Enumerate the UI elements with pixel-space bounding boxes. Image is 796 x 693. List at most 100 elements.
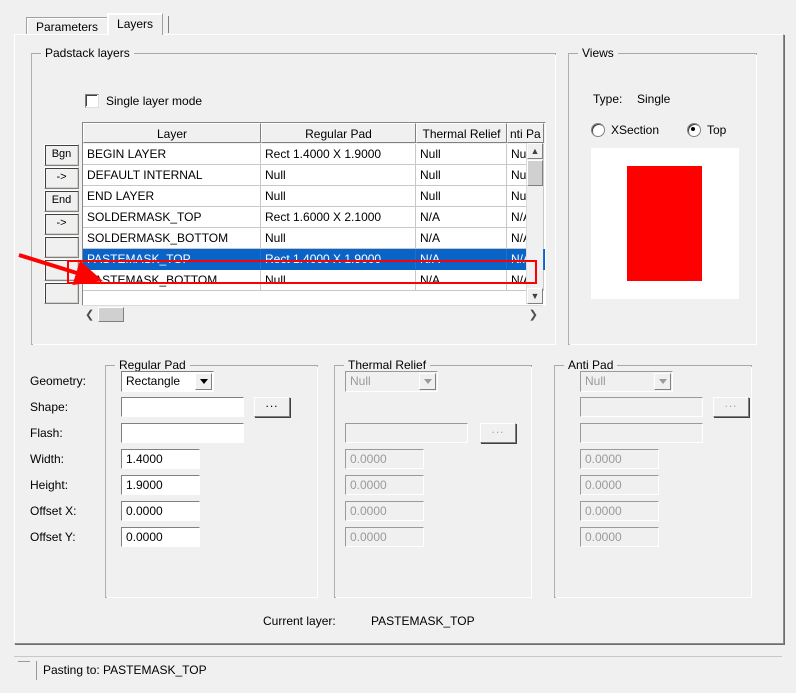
radio-top-dot[interactable] bbox=[687, 123, 701, 137]
thermal-relief-geometry-combo[interactable]: Null bbox=[345, 371, 438, 392]
column-header-anti-pad[interactable]: nti Pa bbox=[507, 123, 544, 143]
single-layer-mode-checkbox[interactable]: Single layer mode bbox=[85, 94, 202, 108]
anti-pad-shape-input[interactable] bbox=[580, 397, 703, 417]
cell-layer: SOLDERMASK_BOTTOM bbox=[83, 228, 261, 249]
annotation-highlight-box bbox=[67, 260, 537, 284]
table-row[interactable]: END LAYER Null Null Null bbox=[83, 186, 545, 207]
anti-pad-shape-browse-button[interactable]: ... bbox=[713, 396, 749, 417]
browse-ellipsis-label: ... bbox=[491, 422, 505, 436]
cell-thermal-relief: Null bbox=[416, 165, 507, 186]
cell-thermal-relief: Null bbox=[416, 186, 507, 207]
anti-pad-height-input[interactable]: 0.0000 bbox=[580, 475, 659, 495]
anti-pad-offset-y-input[interactable]: 0.0000 bbox=[580, 527, 659, 547]
table-row[interactable]: SOLDERMASK_BOTTOM Null N/A N/A bbox=[83, 228, 545, 249]
cell-regular-pad: Rect 1.4000 X 1.9000 bbox=[261, 144, 416, 165]
padstack-editor-window: Parameters Layers Padstack layers Single… bbox=[0, 0, 796, 693]
column-header-regular-pad[interactable]: Regular Pad bbox=[261, 123, 416, 143]
radio-top-label: Top bbox=[707, 123, 727, 137]
browse-ellipsis-label: ... bbox=[724, 396, 738, 410]
scroll-left-button[interactable]: ❮ bbox=[85, 308, 94, 321]
row-button-end[interactable]: End bbox=[44, 190, 79, 212]
cell-layer: DEFAULT INTERNAL bbox=[83, 165, 261, 186]
regular-pad-shape-browse-button[interactable]: ... bbox=[254, 396, 290, 417]
label-width: Width: bbox=[30, 452, 65, 466]
thermal-relief-title: Thermal Relief bbox=[344, 358, 431, 372]
status-bar: Pasting to: PASTEMASK_TOP bbox=[14, 656, 782, 683]
row-button-blank-1[interactable] bbox=[44, 236, 79, 258]
anti-pad-geometry-combo[interactable]: Null bbox=[580, 371, 673, 392]
radio-xsection[interactable]: XSection bbox=[591, 123, 659, 137]
row-button-next-1[interactable]: -> bbox=[44, 167, 79, 189]
tab-strip: Parameters Layers bbox=[26, 13, 170, 37]
cell-regular-pad: Rect 1.6000 X 2.1000 bbox=[261, 207, 416, 228]
cell-layer: END LAYER bbox=[83, 186, 261, 207]
thermal-relief-geometry-value: Null bbox=[350, 374, 371, 388]
current-layer-value: PASTEMASK_TOP bbox=[371, 614, 475, 628]
column-header-layer[interactable]: Layer bbox=[83, 123, 261, 143]
thermal-relief-height-input[interactable]: 0.0000 bbox=[345, 475, 424, 495]
cell-thermal-relief: N/A bbox=[416, 228, 507, 249]
checkbox-box[interactable] bbox=[85, 94, 99, 108]
browse-ellipsis-label: ... bbox=[265, 396, 279, 410]
regular-pad-offset-x-input[interactable]: 0.0000 bbox=[121, 501, 200, 521]
regular-pad-geometry-value: Rectangle bbox=[126, 374, 181, 388]
status-grip-icon bbox=[18, 661, 30, 662]
views-title: Views bbox=[578, 46, 618, 60]
grid-horizontal-scrollbar[interactable]: ❮ ❯ bbox=[82, 305, 543, 323]
radio-xsection-dot[interactable] bbox=[591, 123, 605, 137]
regular-pad-height-input[interactable]: 1.9000 bbox=[121, 475, 200, 495]
anti-pad-flash-input[interactable] bbox=[580, 423, 703, 443]
grid-header-row: Layer Regular Pad Thermal Relief nti Pa bbox=[83, 123, 545, 144]
label-offset-y: Offset Y: bbox=[30, 530, 76, 544]
thermal-relief-width-input[interactable]: 0.0000 bbox=[345, 449, 424, 469]
anti-pad-geometry-value: Null bbox=[585, 374, 606, 388]
current-layer-label: Current layer: bbox=[263, 614, 336, 628]
view-type-value: Single bbox=[637, 92, 671, 106]
chevron-down-icon[interactable] bbox=[419, 373, 436, 390]
vertical-scroll-thumb[interactable] bbox=[527, 160, 543, 186]
chevron-down-icon[interactable] bbox=[195, 373, 212, 390]
label-flash: Flash: bbox=[30, 426, 63, 440]
anti-pad-width-input[interactable]: 0.0000 bbox=[580, 449, 659, 469]
tab-layers[interactable]: Layers bbox=[107, 13, 164, 35]
table-row[interactable]: SOLDERMASK_TOP Rect 1.6000 X 2.1000 N/A … bbox=[83, 207, 545, 228]
anti-pad-offset-x-input[interactable]: 0.0000 bbox=[580, 501, 659, 521]
views-group: Views Type: Single XSection Top bbox=[568, 46, 757, 345]
status-text: Pasting to: PASTEMASK_TOP bbox=[36, 661, 773, 680]
cell-regular-pad: Null bbox=[261, 165, 416, 186]
pad-preview-canvas bbox=[591, 148, 739, 299]
chevron-down-icon[interactable] bbox=[654, 373, 671, 390]
regular-pad-flash-input[interactable] bbox=[121, 423, 244, 443]
view-type-label: Type: bbox=[593, 92, 623, 106]
column-header-thermal-relief[interactable]: Thermal Relief bbox=[416, 123, 507, 143]
thermal-relief-shape-browse-button[interactable]: ... bbox=[480, 422, 516, 443]
layers-tab-page: Padstack layers Single layer mode Bgn ->… bbox=[14, 34, 784, 644]
row-button-begin[interactable]: Bgn bbox=[44, 144, 79, 166]
regular-pad-width-input[interactable]: 1.4000 bbox=[121, 449, 200, 469]
table-row[interactable]: DEFAULT INTERNAL Null Null Null bbox=[83, 165, 545, 186]
horizontal-scroll-thumb[interactable] bbox=[98, 307, 124, 322]
label-offset-x: Offset X: bbox=[30, 504, 77, 518]
thermal-relief-offset-y-input[interactable]: 0.0000 bbox=[345, 527, 424, 547]
regular-pad-geometry-combo[interactable]: Rectangle bbox=[121, 371, 214, 392]
pad-shape-rectangle bbox=[627, 166, 702, 281]
thermal-relief-shape-input[interactable] bbox=[345, 423, 468, 443]
row-button-next-2[interactable]: -> bbox=[44, 213, 79, 235]
regular-pad-offset-y-input[interactable]: 0.0000 bbox=[121, 527, 200, 547]
scroll-right-button[interactable]: ❯ bbox=[529, 308, 538, 321]
label-height: Height: bbox=[30, 478, 69, 492]
scroll-down-button[interactable]: ▼ bbox=[527, 288, 543, 304]
thermal-relief-offset-x-input[interactable]: 0.0000 bbox=[345, 501, 424, 521]
layers-table: Bgn -> End -> Layer Regular Pad Thermal … bbox=[44, 122, 546, 324]
radio-top[interactable]: Top bbox=[687, 123, 726, 137]
tab-focus-caret bbox=[168, 16, 170, 33]
scroll-up-button[interactable]: ▲ bbox=[527, 143, 543, 159]
padstack-layers-title: Padstack layers bbox=[41, 46, 134, 60]
table-row[interactable]: BEGIN LAYER Rect 1.4000 X 1.9000 Null Nu… bbox=[83, 144, 545, 165]
regular-pad-shape-input[interactable] bbox=[121, 397, 244, 417]
cell-regular-pad: Null bbox=[261, 186, 416, 207]
cell-thermal-relief: N/A bbox=[416, 207, 507, 228]
anti-pad-title: Anti Pad bbox=[564, 358, 618, 372]
row-button-blank-3[interactable] bbox=[44, 282, 79, 304]
padstack-layers-group: Padstack layers Single layer mode Bgn ->… bbox=[31, 46, 556, 345]
